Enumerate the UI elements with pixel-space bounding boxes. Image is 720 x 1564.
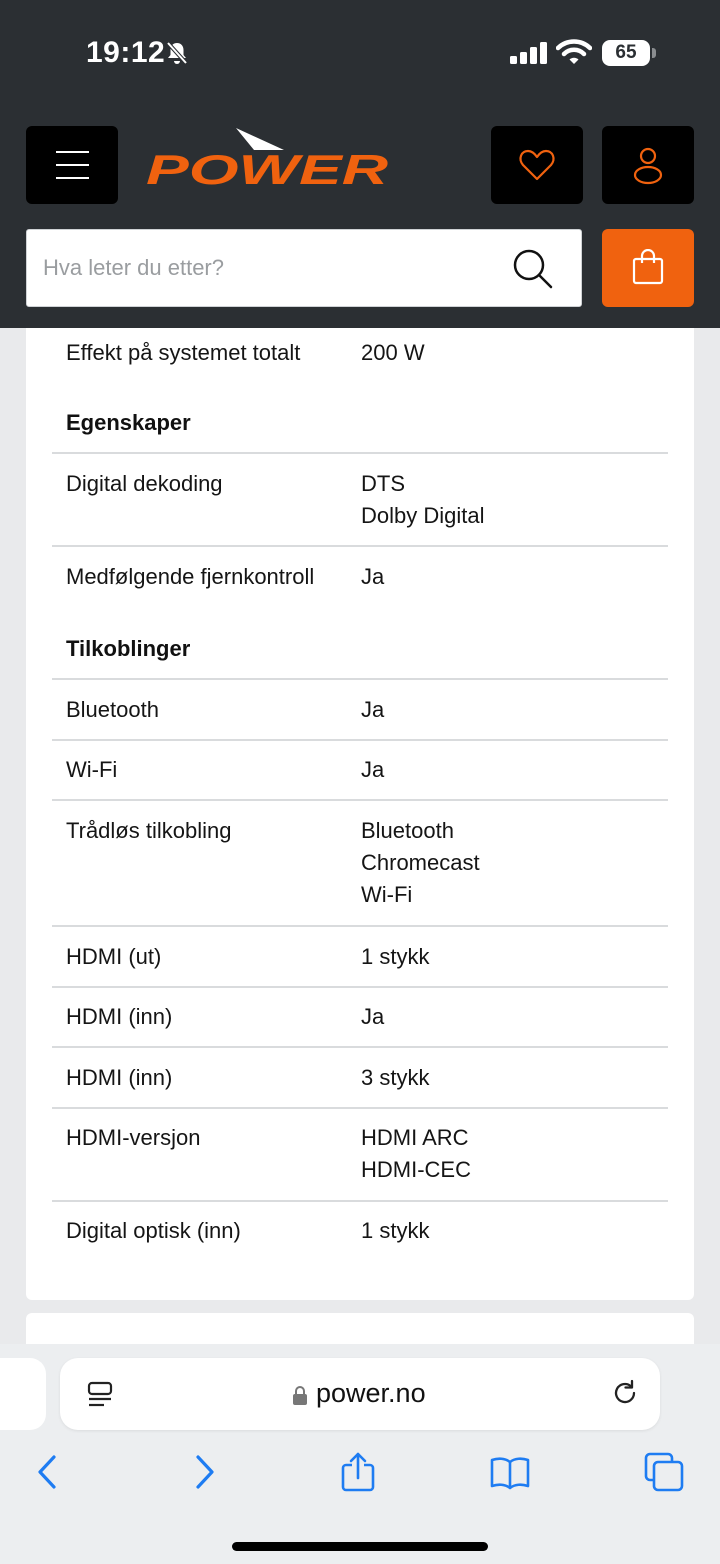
- status-time: 19:12: [86, 36, 166, 69]
- address-bar[interactable]: power.no: [60, 1358, 660, 1430]
- spec-value: 200 W: [361, 340, 425, 365]
- menu-button[interactable]: [26, 126, 118, 204]
- divider: [52, 799, 668, 801]
- spec-key: Medfølgende fjernkontroll: [66, 564, 315, 589]
- spec-value: DTS Dolby Digital: [361, 471, 485, 528]
- hamburger-line: [56, 164, 89, 166]
- divider: [52, 1107, 668, 1109]
- spec-key: HDMI (inn): [66, 1065, 173, 1090]
- search-input[interactable]: [43, 230, 503, 306]
- spec-key: Digital dekoding: [66, 471, 223, 496]
- spec-value: Bluetooth Chromecast Wi-Fi: [361, 818, 480, 907]
- divider: [52, 452, 668, 454]
- site-header: POWER: [0, 102, 720, 328]
- hamburger-line: [56, 151, 89, 153]
- favorites-button[interactable]: [491, 126, 583, 204]
- divider: [52, 545, 668, 547]
- spec-value: 3 stykk: [361, 1065, 430, 1090]
- heart-icon: [519, 149, 555, 181]
- spec-value: 1 stykk: [361, 1218, 430, 1243]
- search-icon[interactable]: [511, 247, 555, 291]
- search-box: [26, 229, 582, 307]
- url-text: power.no: [316, 1378, 426, 1408]
- shopping-bag-icon: [632, 249, 664, 285]
- divider: [52, 925, 668, 927]
- back-icon[interactable]: [28, 1452, 68, 1492]
- spec-key: Wi-Fi: [66, 757, 118, 782]
- spec-value: Ja: [361, 697, 385, 722]
- battery-indicator: 65: [602, 40, 650, 66]
- status-bar: 19:12 65: [0, 0, 720, 102]
- bell-muted-icon: [166, 41, 188, 65]
- spec-value: Ja: [361, 1004, 385, 1029]
- cart-button[interactable]: [602, 229, 694, 307]
- user-icon: [633, 147, 663, 185]
- divider: [52, 1046, 668, 1048]
- wifi-icon: [556, 39, 592, 64]
- spec-value: Ja: [361, 757, 385, 782]
- account-button[interactable]: [602, 126, 694, 204]
- forward-icon[interactable]: [184, 1452, 224, 1492]
- tabs-icon[interactable]: [644, 1452, 684, 1492]
- hamburger-line: [56, 177, 89, 179]
- spec-key: Trådløs tilkobling: [66, 818, 232, 843]
- power-logo[interactable]: POWER: [144, 126, 392, 190]
- spec-key: HDMI (ut): [66, 944, 162, 969]
- section-title: Tilkoblinger: [66, 636, 191, 661]
- spec-key: Digital optisk (inn): [66, 1218, 241, 1243]
- battery-tip: [652, 48, 656, 58]
- home-indicator: [232, 1542, 488, 1551]
- spec-value: 1 stykk: [361, 944, 430, 969]
- bookmarks-icon[interactable]: [490, 1452, 530, 1492]
- cellular-signal-icon: [510, 42, 547, 64]
- specifications-card: Effekt på systemet totalt 200 W Egenskap…: [26, 328, 694, 1300]
- spec-key: Effekt på systemet totalt: [66, 340, 301, 365]
- divider: [52, 986, 668, 988]
- svg-text:POWER: POWER: [146, 146, 389, 190]
- share-icon[interactable]: [338, 1452, 378, 1492]
- reload-icon[interactable]: [610, 1378, 640, 1408]
- divider: [52, 1200, 668, 1202]
- section-title: Egenskaper: [66, 410, 191, 435]
- spec-key: HDMI (inn): [66, 1004, 173, 1029]
- previous-tab-preview[interactable]: [0, 1358, 46, 1430]
- divider: [52, 678, 668, 680]
- browser-toolbar: power.no: [0, 1344, 720, 1564]
- spec-value: Ja: [361, 564, 385, 589]
- page-menu-icon[interactable]: [86, 1380, 114, 1408]
- lock-icon: [293, 1386, 307, 1405]
- divider: [52, 739, 668, 741]
- spec-value: HDMI ARC HDMI-CEC: [361, 1125, 471, 1182]
- spec-key: Bluetooth: [66, 697, 159, 722]
- spec-key: HDMI-versjon: [66, 1125, 201, 1150]
